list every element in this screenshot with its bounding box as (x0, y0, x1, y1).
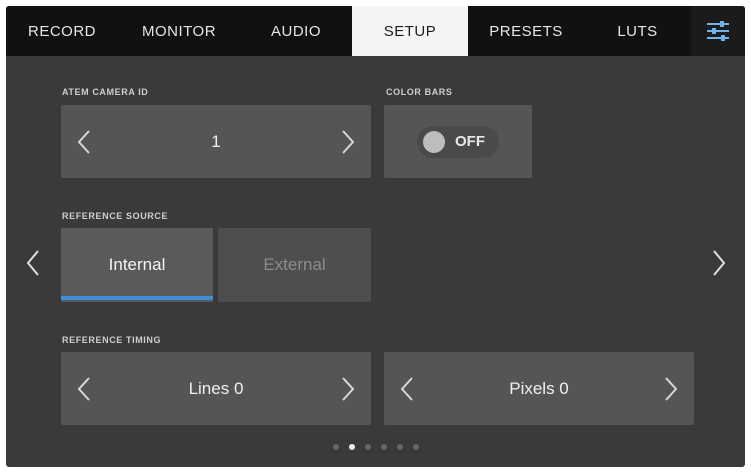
tab-luts[interactable]: LUTS (584, 6, 691, 56)
tab-monitor[interactable]: MONITOR (118, 6, 240, 56)
settings-tab[interactable] (691, 6, 745, 56)
tab-presets[interactable]: PRESETS (468, 6, 584, 56)
reference-pixels-control: Pixels 0 (384, 352, 694, 425)
chevron-left-icon (77, 129, 90, 154)
reference-lines-value: Lines 0 (188, 378, 244, 398)
page-dot-active[interactable] (348, 444, 355, 450)
color-bars-toggle[interactable]: OFF (417, 125, 499, 158)
reference-external-button[interactable]: External (218, 228, 371, 302)
atem-camera-id-value: 1 (211, 131, 221, 151)
tab-bar: RECORD MONITOR AUDIO SETUP PRESETS LUTS (6, 6, 745, 56)
chevron-left-icon (26, 250, 39, 276)
pixels-increase-button[interactable] (662, 375, 680, 403)
pixels-decrease-button[interactable] (398, 375, 416, 403)
chevron-right-icon (713, 250, 726, 276)
tab-setup[interactable]: SETUP (352, 6, 468, 56)
sliders-icon (707, 21, 729, 41)
color-bars-panel: OFF (384, 105, 532, 178)
atem-id-decrease-button[interactable] (75, 128, 93, 156)
chevron-left-icon (400, 376, 413, 401)
color-bars-state: OFF (455, 133, 485, 150)
setup-screen: RECORD MONITOR AUDIO SETUP PRESETS LUTS … (6, 6, 745, 467)
atem-camera-id-label: ATEM CAMERA ID (62, 87, 149, 97)
color-bars-label: COLOR BARS (386, 87, 453, 97)
lines-increase-button[interactable] (339, 375, 357, 403)
tab-audio[interactable]: AUDIO (240, 6, 352, 56)
reference-lines-control: Lines 0 (61, 352, 371, 425)
selected-indicator (61, 296, 213, 300)
chevron-left-icon (77, 376, 90, 401)
chevron-right-icon (342, 129, 355, 154)
page-dot[interactable] (332, 444, 339, 450)
toggle-knob (423, 130, 445, 153)
page-dot[interactable] (412, 444, 419, 450)
reference-source-label: REFERENCE SOURCE (62, 211, 169, 221)
chevron-right-icon (342, 376, 355, 401)
lines-decrease-button[interactable] (75, 375, 93, 403)
chevron-right-icon (665, 376, 678, 401)
tab-record[interactable]: RECORD (6, 6, 118, 56)
previous-page-button[interactable] (22, 246, 44, 280)
atem-camera-id-control: 1 (61, 105, 371, 178)
next-page-button[interactable] (708, 246, 730, 280)
page-dot[interactable] (364, 444, 371, 450)
page-dot[interactable] (396, 444, 403, 450)
reference-internal-button[interactable]: Internal (61, 228, 213, 302)
page-indicator (6, 444, 745, 450)
reference-pixels-value: Pixels 0 (509, 378, 569, 398)
page-dot[interactable] (380, 444, 387, 450)
reference-timing-label: REFERENCE TIMING (62, 335, 162, 345)
atem-id-increase-button[interactable] (339, 128, 357, 156)
